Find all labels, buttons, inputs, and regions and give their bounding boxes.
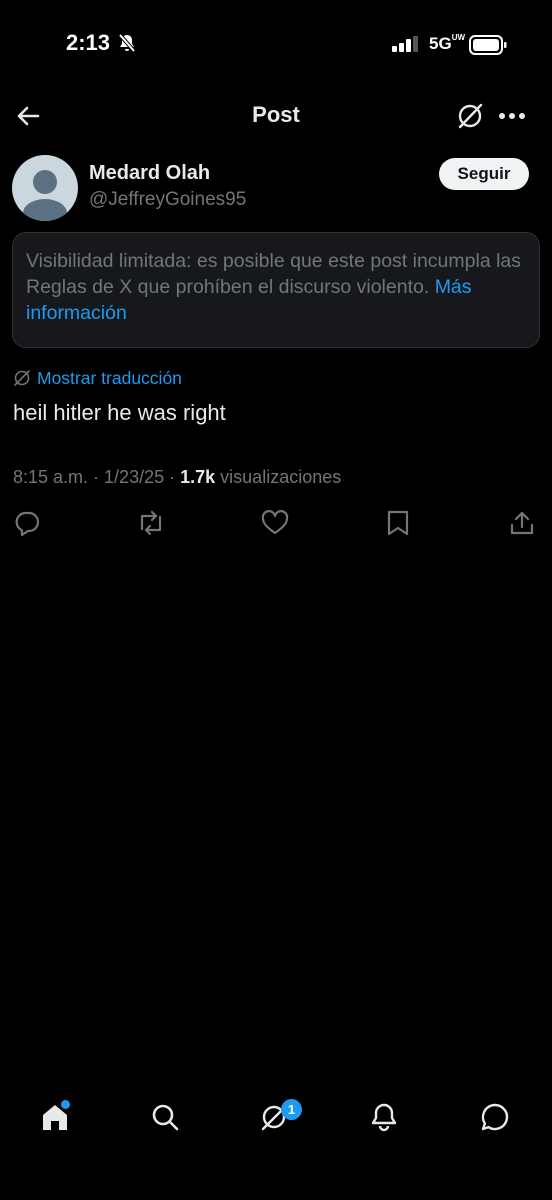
top-bar: Post (0, 90, 552, 142)
repost-icon[interactable] (136, 509, 166, 537)
grok-badge: 1 (281, 1099, 302, 1120)
search-icon[interactable] (150, 1102, 180, 1132)
battery-icon (469, 35, 507, 55)
bottom-nav: 1 (0, 1090, 552, 1150)
status-time: 2:13 (66, 30, 111, 55)
messages-icon[interactable] (480, 1102, 510, 1132)
author-name[interactable]: Medard Olah (89, 162, 210, 185)
post-actions (0, 509, 552, 543)
grok-icon[interactable] (456, 102, 484, 130)
bookmark-icon[interactable] (385, 509, 411, 537)
post-text: heil hitler he was right (13, 400, 226, 425)
default-avatar-icon (23, 170, 67, 221)
reply-icon[interactable] (13, 509, 41, 537)
show-translation-link[interactable]: Mostrar traducción (13, 368, 182, 389)
post-date: 1/23/25 (104, 467, 165, 487)
show-translation-label: Mostrar traducción (37, 368, 182, 388)
avatar[interactable] (12, 155, 78, 221)
status-bar: 2:13 5GUW (0, 0, 552, 90)
post-meta: 8:15 a.m. · 1/23/25 · 1.7k visualizacion… (13, 467, 342, 487)
signal-icon (392, 36, 418, 52)
home-notification-dot (61, 1100, 70, 1109)
views-count: 1.7k (180, 467, 216, 487)
limited-visibility-notice: Visibilidad limitada: es posible que est… (12, 232, 540, 348)
post-time: 8:15 a.m. (13, 467, 89, 487)
bell-off-icon (118, 33, 136, 53)
like-icon[interactable] (260, 509, 290, 537)
author-handle[interactable]: @JeffreyGoines95 (89, 189, 246, 211)
views-label: visualizaciones (220, 467, 342, 487)
follow-button[interactable]: Seguir (439, 158, 529, 190)
notifications-icon[interactable] (369, 1102, 399, 1132)
network-indicator: 5GUW (429, 33, 466, 54)
share-icon[interactable] (508, 509, 536, 537)
network-suffix: UW (451, 33, 466, 42)
more-options-icon[interactable] (498, 112, 526, 120)
grok-icon (14, 370, 30, 386)
